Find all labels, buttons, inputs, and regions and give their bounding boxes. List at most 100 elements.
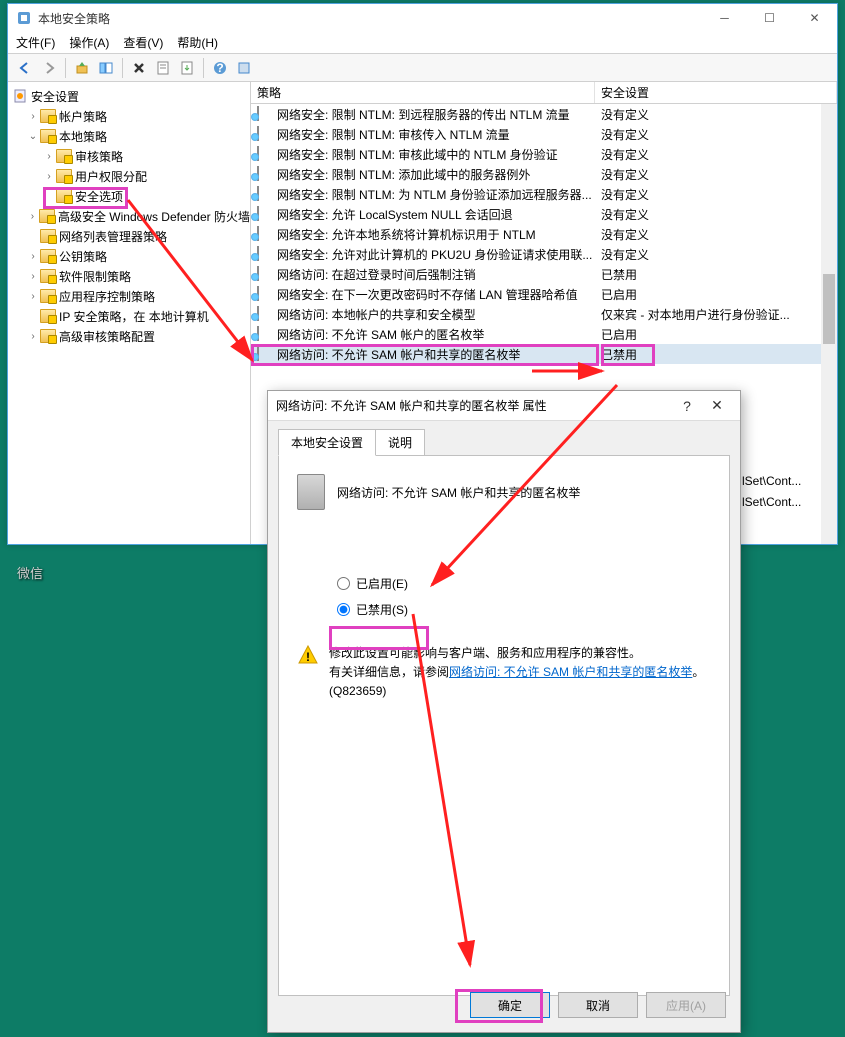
tree-item-label: 公钥策略 <box>59 248 107 265</box>
forward-button[interactable] <box>38 57 60 79</box>
radio-enabled-input[interactable] <box>337 577 350 590</box>
policy-row[interactable]: 网络安全: 限制 NTLM: 添加此域中的服务器例外没有定义 <box>251 164 837 184</box>
tree-item-4[interactable]: 安全选项 <box>8 186 250 206</box>
tree-pane[interactable]: 安全设置 ›帐户策略⌄本地策略›审核策略›用户权限分配安全选项›高级安全 Win… <box>8 82 251 544</box>
tab-description[interactable]: 说明 <box>375 429 425 456</box>
tree-item-label: 高级审核策略配置 <box>59 328 155 345</box>
menu-file[interactable]: 文件(F) <box>16 34 55 51</box>
policy-row[interactable]: 网络安全: 限制 NTLM: 审核传入 NTLM 流量没有定义 <box>251 124 837 144</box>
policy-row[interactable]: 网络访问: 不允许 SAM 帐户的匿名枚举已启用 <box>251 324 837 344</box>
radio-disabled-input[interactable] <box>337 603 350 616</box>
titlebar[interactable]: 本地安全策略 ─ ☐ ✕ <box>8 4 837 32</box>
folder-icon <box>40 248 56 264</box>
dialog-help-button[interactable]: ? <box>672 398 702 414</box>
tree-item-2[interactable]: ›审核策略 <box>8 146 250 166</box>
menu-view[interactable]: 查看(V) <box>123 34 163 51</box>
app-icon <box>16 10 32 26</box>
tab-local-security[interactable]: 本地安全设置 <box>278 429 376 456</box>
policy-icon <box>257 266 273 282</box>
dialog-close-button[interactable]: ✕ <box>702 397 732 414</box>
tree-item-3[interactable]: ›用户权限分配 <box>8 166 250 186</box>
policy-row[interactable]: 网络访问: 本地帐户的共享和安全模型仅来宾 - 对本地用户进行身份验证... <box>251 304 837 324</box>
taskbar-wechat[interactable]: 微信 <box>17 563 43 582</box>
close-button[interactable]: ✕ <box>792 4 837 32</box>
tree-item-11[interactable]: › 高级审核策略配置 <box>8 326 250 346</box>
expander-icon[interactable]: › <box>26 111 40 122</box>
tree-item-10[interactable]: IP 安全策略，在 本地计算机 <box>8 306 250 326</box>
scrollbar-thumb[interactable] <box>823 274 835 344</box>
tree-item-7[interactable]: › 公钥策略 <box>8 246 250 266</box>
up-button[interactable] <box>71 57 93 79</box>
folder-icon <box>40 288 56 304</box>
column-policy[interactable]: 策略 <box>251 82 595 103</box>
menu-action[interactable]: 操作(A) <box>69 34 109 51</box>
policy-row[interactable]: 网络安全: 允许本地系统将计算机标识用于 NTLM没有定义 <box>251 224 837 244</box>
policy-row[interactable]: 网络安全: 限制 NTLM: 审核此域中的 NTLM 身份验证没有定义 <box>251 144 837 164</box>
policy-row[interactable]: 网络安全: 限制 NTLM: 到远程服务器的传出 NTLM 流量没有定义 <box>251 104 837 124</box>
tree-item-1[interactable]: ⌄本地策略 <box>8 126 250 146</box>
policy-setting: 没有定义 <box>595 106 837 123</box>
warn-line2-prefix: 有关详细信息，请参阅 <box>329 665 449 679</box>
policy-setting: 没有定义 <box>595 166 837 183</box>
policy-row[interactable]: 网络访问: 在超过登录时间后强制注销已禁用 <box>251 264 837 284</box>
ok-button[interactable]: 确定 <box>470 992 550 1018</box>
expander-icon[interactable]: ⌄ <box>26 131 40 142</box>
expander-icon[interactable]: › <box>26 331 40 342</box>
vertical-scrollbar[interactable] <box>821 104 837 544</box>
maximize-button[interactable]: ☐ <box>747 4 792 32</box>
policy-row[interactable]: 网络安全: 允许 LocalSystem NULL 会话回退没有定义 <box>251 204 837 224</box>
apply-button[interactable]: 应用(A) <box>646 992 726 1018</box>
tree-item-6[interactable]: 网络列表管理器策略 <box>8 226 250 246</box>
cancel-button[interactable]: 取消 <box>558 992 638 1018</box>
folder-icon <box>56 188 72 204</box>
radio-enabled[interactable]: 已启用(E) <box>337 570 711 596</box>
policy-setting: 已禁用 <box>595 346 837 363</box>
show-hide-button[interactable] <box>95 57 117 79</box>
dialog-titlebar[interactable]: 网络访问: 不允许 SAM 帐户和共享的匿名枚举 属性 ? ✕ <box>268 391 740 421</box>
tree-root[interactable]: 安全设置 <box>8 86 250 106</box>
folder-icon <box>40 128 56 144</box>
radio-disabled[interactable]: 已禁用(S) <box>337 596 711 622</box>
policy-name: 网络访问: 不允许 SAM 帐户和共享的匿名枚举 <box>277 346 520 363</box>
policy-row[interactable]: 网络安全: 限制 NTLM: 为 NTLM 身份验证添加远程服务器...没有定义 <box>251 184 837 204</box>
policy-row[interactable]: 网络安全: 允许对此计算机的 PKU2U 身份验证请求使用联...没有定义 <box>251 244 837 264</box>
security-root-icon <box>12 88 28 104</box>
back-button[interactable] <box>14 57 36 79</box>
folder-icon <box>40 328 56 344</box>
warn-link[interactable]: 网络访问: 不允许 SAM 帐户和共享的匿名枚举 <box>449 665 692 679</box>
minimize-button[interactable]: ─ <box>702 4 747 32</box>
policy-name: 网络安全: 允许 LocalSystem NULL 会话回退 <box>277 206 513 223</box>
expander-icon[interactable]: › <box>42 171 56 182</box>
tree-item-5[interactable]: ›高级安全 Windows Defender 防火墙 <box>8 206 250 226</box>
policy-icon <box>257 346 273 362</box>
tree-item-9[interactable]: › 应用程序控制策略 <box>8 286 250 306</box>
expander-icon[interactable]: › <box>42 151 56 162</box>
tree-item-label: 应用程序控制策略 <box>59 288 155 305</box>
expander-icon[interactable]: › <box>26 271 40 282</box>
policy-icon <box>257 306 273 322</box>
export-button[interactable] <box>176 57 198 79</box>
policy-icon <box>257 166 273 182</box>
expander-icon[interactable]: › <box>26 211 39 222</box>
radio-group: 已启用(E) 已禁用(S) <box>337 570 711 622</box>
tree-item-label: 安全选项 <box>75 188 123 205</box>
expander-icon[interactable]: › <box>26 291 40 302</box>
menubar: 文件(F) 操作(A) 查看(V) 帮助(H) <box>8 32 837 54</box>
policy-setting: 没有定义 <box>595 126 837 143</box>
delete-button[interactable] <box>128 57 150 79</box>
expander-icon[interactable]: › <box>26 251 40 262</box>
dialog-tabs: 本地安全设置 说明 <box>268 421 740 456</box>
policy-icon <box>257 106 273 122</box>
tree-item-0[interactable]: ›帐户策略 <box>8 106 250 126</box>
help-button[interactable]: ? <box>209 57 231 79</box>
column-setting[interactable]: 安全设置 <box>595 82 837 103</box>
properties-button[interactable] <box>152 57 174 79</box>
policy-row[interactable]: 网络安全: 在下一次更改密码时不存储 LAN 管理器哈希值已启用 <box>251 284 837 304</box>
policy-row[interactable]: 网络访问: 不允许 SAM 帐户和共享的匿名枚举 已禁用 <box>251 344 837 364</box>
menu-help[interactable]: 帮助(H) <box>177 34 218 51</box>
policy-name: 网络访问: 在超过登录时间后强制注销 <box>277 266 476 283</box>
tree-item-8[interactable]: ›软件限制策略 <box>8 266 250 286</box>
refresh-button[interactable] <box>233 57 255 79</box>
folder-icon <box>40 268 56 284</box>
warn-line3: (Q823659) <box>329 682 704 701</box>
